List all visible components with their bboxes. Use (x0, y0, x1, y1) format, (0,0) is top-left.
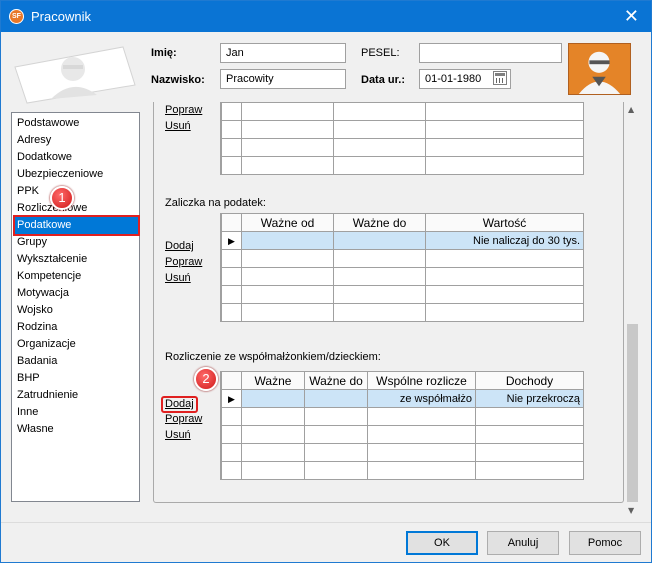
top-usun-link[interactable]: Usuń (165, 120, 191, 132)
col-wazne[interactable]: Ważne (241, 371, 305, 390)
sidebar-item-bhp[interactable]: BHP (15, 370, 138, 387)
sidebar-item-podstawowe[interactable]: Podstawowe (15, 115, 138, 132)
scroll-thumb[interactable] (627, 324, 638, 502)
nazwisko-label: Nazwisko: (151, 74, 205, 86)
dochody-cell: Nie przekroczą (475, 389, 584, 408)
sidebar-item-ppk[interactable]: PPK (15, 183, 138, 200)
wspolne-cell: ze współmałżo (367, 389, 476, 408)
pracownik-window: SF Pracownik ✕ Imię: Jan Nazwisko: Praco… (0, 0, 652, 563)
vertical-scrollbar[interactable]: ▲ ▼ (625, 102, 640, 519)
sidebar-item-podatkowe[interactable]: Podatkowe (13, 215, 140, 236)
cancel-button[interactable]: Anuluj (487, 531, 559, 555)
row-pointer-icon: ▶ (228, 236, 235, 247)
pesel-field[interactable] (419, 43, 562, 63)
category-list: Podstawowe Adresy Dodatkowe Ubezpieczeni… (11, 112, 140, 502)
annotation-badge-2: 2 (194, 367, 218, 391)
sidebar-item-wojsko[interactable]: Wojsko (15, 302, 138, 319)
col-wazne-od[interactable]: Ważne od (241, 213, 334, 232)
sidebar-item-dodatkowe[interactable]: Dodatkowe (15, 149, 138, 166)
sidebar-item-rodzina[interactable]: Rodzina (15, 319, 138, 336)
calendar-icon[interactable] (493, 71, 507, 85)
sidebar-item-grupy[interactable]: Grupy (15, 234, 138, 251)
zaliczka-popraw-link[interactable]: Popraw (165, 256, 202, 268)
zaliczka-title: Zaliczka na podatek: (165, 197, 266, 209)
zaliczka-grid[interactable]: Ważne od Ważne do Wartość ▶ Nie naliczaj… (220, 213, 584, 322)
col-wazne-do[interactable]: Ważne do (333, 213, 426, 232)
imie-label: Imię: (151, 47, 177, 59)
sidebar-item-rozliczeniowe[interactable]: Rozliczeniowe (15, 200, 138, 217)
annotation-badge-1: 1 (50, 186, 74, 210)
sidebar-item-badania[interactable]: Badania (15, 353, 138, 370)
ok-button[interactable]: OK (406, 531, 478, 555)
zaliczka-dodaj-link[interactable]: Dodaj (165, 240, 194, 252)
top-grid[interactable] (220, 102, 584, 175)
sidebar-item-zatrudnienie[interactable]: Zatrudnienie (15, 387, 138, 404)
rozliczenie-usun-link[interactable]: Usuń (165, 429, 191, 441)
col-dochody[interactable]: Dochody (475, 371, 584, 390)
pesel-label: PESEL: (361, 47, 400, 59)
sidebar-item-ubezpieczeniowe[interactable]: Ubezpieczeniowe (15, 166, 138, 183)
rozliczenie-title: Rozliczenie ze współmałżonkiem/dzieckiem… (165, 351, 381, 363)
table-row[interactable]: ▶ Nie naliczaj do 30 tys. (221, 231, 584, 250)
zaliczka-header-row: Ważne od Ważne do Wartość (221, 213, 584, 232)
scroll-down-icon[interactable]: ▼ (628, 506, 634, 515)
col-wspolne-rozliczenie[interactable]: Wspólne rozlicze (367, 371, 476, 390)
footer-divider (1, 522, 651, 523)
title-bar: SF Pracownik ✕ (1, 1, 651, 32)
sidebar-item-kompetencje[interactable]: Kompetencje (15, 268, 138, 285)
employee-photo-icon (568, 43, 631, 95)
data-ur-label: Data ur.: (361, 74, 406, 86)
wartosc-cell: Nie naliczaj do 30 tys. (425, 231, 584, 250)
top-popraw-link[interactable]: Popraw (165, 104, 202, 116)
sidebar-item-inne[interactable]: Inne (15, 404, 138, 421)
close-icon[interactable]: ✕ (624, 6, 639, 27)
table-row[interactable]: ▶ ze współmałżo Nie przekroczą (221, 389, 584, 408)
col-wartosc[interactable]: Wartość (425, 213, 584, 232)
sidebar-item-wyksztalcenie[interactable]: Wykształcenie (15, 251, 138, 268)
sidebar-item-adresy[interactable]: Adresy (15, 132, 138, 149)
highlight-dodaj (161, 396, 198, 413)
zaliczka-usun-link[interactable]: Usuń (165, 272, 191, 284)
scroll-up-icon[interactable]: ▲ (628, 105, 634, 114)
help-button[interactable]: Pomoc (569, 531, 641, 555)
nazwisko-field[interactable]: Pracowity (220, 69, 346, 89)
imie-field[interactable]: Jan (220, 43, 346, 63)
sidebar-item-wlasne[interactable]: Własne (15, 421, 138, 438)
row-pointer-icon: ▶ (228, 394, 235, 405)
rozliczenie-grid[interactable]: Ważne Ważne do Wspólne rozlicze Dochody … (220, 371, 584, 480)
window-title: Pracownik (31, 9, 91, 24)
sidebar-item-organizacje[interactable]: Organizacje (15, 336, 138, 353)
rozliczenie-header-row: Ważne Ważne do Wspólne rozlicze Dochody (221, 371, 584, 390)
app-icon: SF (9, 9, 24, 24)
col-wazne-do[interactable]: Ważne do (304, 371, 368, 390)
rozliczenie-popraw-link[interactable]: Popraw (165, 413, 202, 425)
sidebar-item-motywacja[interactable]: Motywacja (15, 285, 138, 302)
photo-placeholder-icon (14, 46, 136, 104)
